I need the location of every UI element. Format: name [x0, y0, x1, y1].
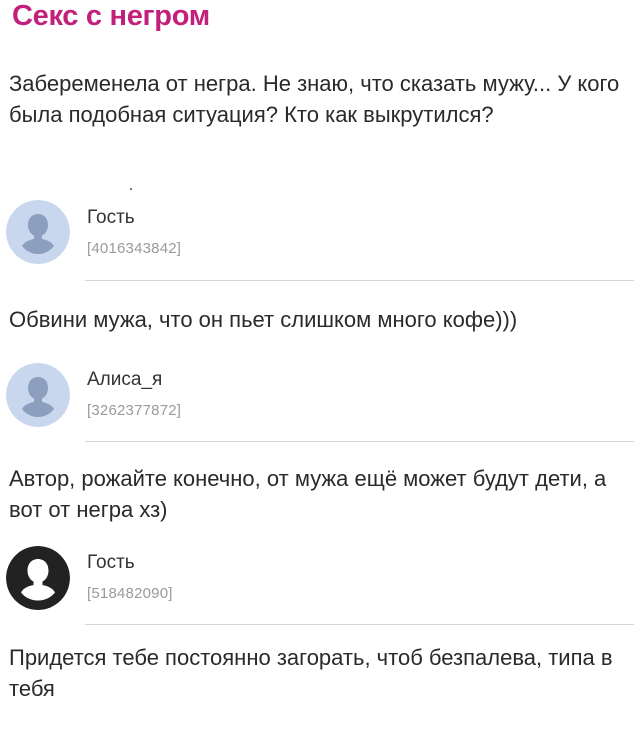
- divider: [85, 441, 634, 442]
- comment-user-id: [518482090]: [87, 585, 173, 602]
- decorative-dot: [130, 188, 132, 190]
- comment-text-content: Обвини мужа, что он пьет слишком много к…: [9, 307, 518, 332]
- post-body: Забеременела от негра. Не знаю, что сказ…: [9, 68, 634, 130]
- comment-text-content: Автор, рожайте конечно, от мужа ещё може…: [9, 466, 607, 522]
- user-avatar-icon[interactable]: [6, 200, 70, 264]
- post-title: Секс с негром: [12, 0, 210, 32]
- user-avatar-icon[interactable]: [6, 546, 70, 610]
- comment-user-id: [3262377872]: [87, 402, 182, 419]
- comment-text: Обвини мужа, что он пьет слишком много к…: [9, 304, 634, 335]
- comment-text: Автор, рожайте конечно, от мужа ещё може…: [9, 463, 634, 525]
- user-avatar-icon[interactable]: [6, 363, 70, 427]
- comment-author[interactable]: Гость: [87, 552, 135, 574]
- comment-user-id: [4016343842]: [87, 240, 182, 257]
- comment-author[interactable]: Алиса_я: [87, 369, 162, 391]
- comment-author[interactable]: Гость: [87, 207, 135, 229]
- comment-text-content: Придется тебе постоянно загорать, чтоб б…: [9, 645, 613, 701]
- divider: [85, 280, 634, 281]
- post-body-text: Забеременела от негра. Не знаю, что сказ…: [9, 71, 620, 127]
- comment-text: Придется тебе постоянно загорать, чтоб б…: [9, 642, 634, 704]
- user-silhouette-icon: [6, 546, 70, 610]
- divider: [85, 624, 634, 625]
- user-silhouette-icon: [6, 363, 70, 427]
- user-silhouette-icon: [6, 200, 70, 264]
